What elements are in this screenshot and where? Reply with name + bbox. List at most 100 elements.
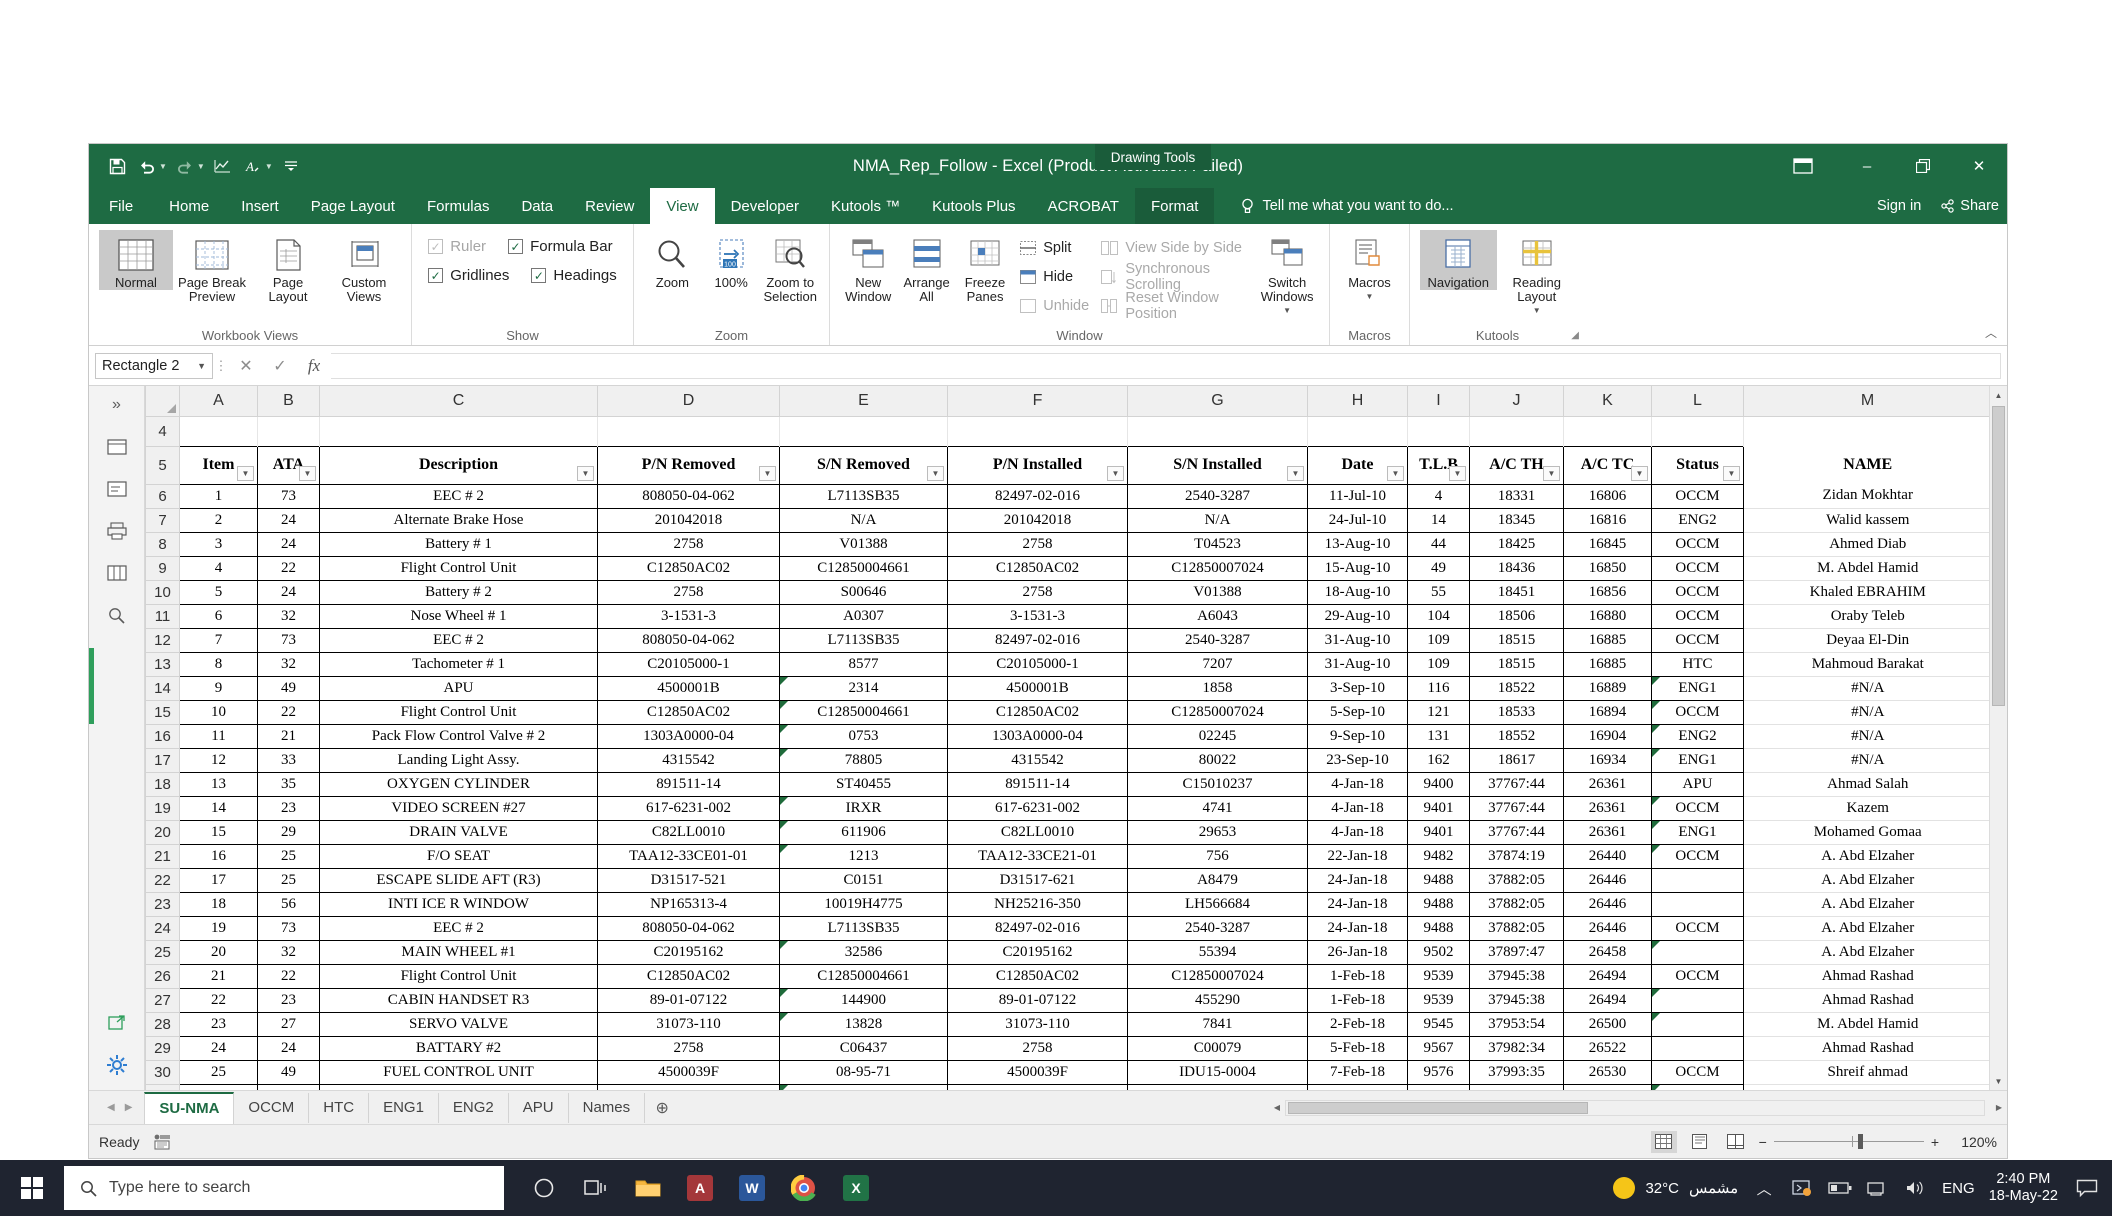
cell[interactable]: 4-Jan-18	[1307, 796, 1408, 821]
cell[interactable]: ENG2	[1651, 508, 1744, 533]
unhide-button[interactable]: Unhide	[1015, 294, 1095, 318]
cell[interactable]: 49	[1407, 556, 1470, 581]
cell[interactable]: 9576	[1407, 1060, 1470, 1085]
cell[interactable]: ENG1	[1651, 748, 1744, 773]
restore-button[interactable]	[1895, 144, 1951, 188]
cell[interactable]: 26494	[1563, 988, 1652, 1013]
column-header-l[interactable]: L	[1651, 386, 1744, 417]
cell[interactable]: EEC # 2	[319, 628, 598, 653]
header-cell-ac-tc[interactable]: A/C TC ▼	[1563, 445, 1652, 485]
cell[interactable]: 56	[257, 892, 320, 917]
cell[interactable]	[1651, 416, 1744, 446]
cell[interactable]: 73	[257, 916, 320, 941]
zoom-to-selection-button[interactable]: Zoom to Selection	[762, 230, 819, 304]
cell[interactable]: 7	[179, 628, 258, 653]
cell[interactable]: ST40455	[779, 772, 948, 797]
cell[interactable]: 31073-110	[597, 1012, 780, 1037]
cell[interactable]: OCCM	[1651, 556, 1744, 581]
sheet-next-icon[interactable]: ▶	[125, 1102, 133, 1113]
filter-dropdown-icon[interactable]: ▼	[1387, 465, 1404, 481]
cell[interactable]: 12	[179, 748, 258, 773]
cell[interactable]	[1651, 892, 1744, 917]
popout-pane-icon[interactable]	[102, 1010, 132, 1036]
column-header-k[interactable]: K	[1563, 386, 1652, 417]
cell[interactable]: TAA12-33CE01-01	[597, 844, 780, 869]
cell[interactable]: 26446	[1563, 892, 1652, 917]
cell[interactable]: 109	[1407, 628, 1470, 653]
cell[interactable]: C12850AC02	[947, 700, 1128, 725]
cell[interactable]: Flight Control Unit	[319, 556, 598, 581]
tab-home[interactable]: Home	[153, 188, 225, 224]
row-header[interactable]: 16	[145, 723, 180, 749]
tab-acrobat[interactable]: ACROBAT	[1032, 188, 1135, 224]
cell[interactable]: 37982:34	[1469, 1036, 1564, 1061]
cell[interactable]: Ahmad Rashad	[1743, 988, 1992, 1013]
cell[interactable]: 78805	[779, 748, 948, 773]
cell[interactable]: 11	[179, 724, 258, 749]
zoom-100-button[interactable]: 100 100%	[703, 230, 760, 290]
filter-dropdown-icon[interactable]: ▼	[1543, 465, 1560, 481]
tab-developer[interactable]: Developer	[715, 188, 815, 224]
cell[interactable]: 9401	[1407, 796, 1470, 821]
tab-review[interactable]: Review	[569, 188, 650, 224]
cell[interactable]: 4741	[1127, 796, 1308, 821]
cell[interactable]: 18533	[1469, 700, 1564, 725]
cell[interactable]: 9567	[1407, 1036, 1470, 1061]
cell[interactable]: Ahmad Rashad	[1743, 1036, 1992, 1061]
cell[interactable]: 4315542	[597, 748, 780, 773]
row-header[interactable]: 26	[145, 963, 180, 989]
cell[interactable]: 617-6231-002	[947, 796, 1128, 821]
cell[interactable]: 22-Jan-18	[1307, 844, 1408, 869]
cell[interactable]: 31073-110	[947, 1012, 1128, 1037]
cell[interactable]: 1213	[779, 844, 948, 869]
cell[interactable]: 5-Feb-18	[1307, 1036, 1408, 1061]
cell[interactable]: 82497-02-016	[947, 916, 1128, 941]
row-header[interactable]: 8	[145, 531, 180, 557]
cell[interactable]: 55	[1407, 580, 1470, 605]
cell[interactable]: 611906	[779, 820, 948, 845]
cell[interactable]: 4500001B	[597, 676, 780, 701]
cell[interactable]: 23	[257, 988, 320, 1013]
cell[interactable]: 73	[257, 484, 320, 509]
cell[interactable]: 6	[179, 604, 258, 629]
redo-dropdown-icon[interactable]: ▼	[197, 162, 205, 171]
cell[interactable]: 5	[179, 580, 258, 605]
cell[interactable]: NH25216-350	[947, 892, 1128, 917]
reset-window-position-button[interactable]: Reset Window Position	[1097, 290, 1253, 322]
cell[interactable]: 18515	[1469, 652, 1564, 677]
cell[interactable]: 2314	[779, 676, 948, 701]
cell[interactable]: A. Abd Elzaher	[1743, 844, 1992, 869]
zoom-in-button[interactable]: +	[1931, 1134, 1939, 1150]
cell[interactable]: 02245	[1127, 724, 1308, 749]
cell[interactable]: 131	[1407, 724, 1470, 749]
cell[interactable]: CABIN HANDSET R3	[319, 988, 598, 1013]
cell[interactable]: 9502	[1407, 940, 1470, 965]
cell[interactable]: Tachometer # 1	[319, 652, 598, 677]
split-button[interactable]: Split	[1015, 236, 1095, 260]
column-header-b[interactable]: B	[257, 386, 320, 417]
cell[interactable]: 24	[257, 508, 320, 533]
cell[interactable]: L7113SB35	[779, 628, 948, 653]
font-color-icon[interactable]: A	[239, 152, 267, 180]
tab-view[interactable]: View	[650, 188, 715, 224]
cell[interactable]: 16885	[1563, 652, 1652, 677]
cell[interactable]: 26-Jan-18	[1307, 940, 1408, 965]
reading-layout-button[interactable]: Reading Layout ▼	[1499, 230, 1576, 318]
cell[interactable]: N/A	[1127, 508, 1308, 533]
ribbon-display-options-icon[interactable]	[1775, 144, 1831, 188]
autotext-pane-icon[interactable]	[102, 476, 132, 502]
cell[interactable]: DRAIN VALVE	[319, 820, 598, 845]
cell[interactable]: A. Abd Elzaher	[1743, 868, 1992, 893]
name-box[interactable]: Rectangle 2 ▼	[95, 352, 213, 379]
cell[interactable]: 26361	[1563, 796, 1652, 821]
filter-dropdown-icon[interactable]: ▼	[1287, 465, 1304, 481]
cell[interactable]	[1407, 416, 1470, 446]
cell[interactable]: 24-Jul-10	[1307, 508, 1408, 533]
cell[interactable]: C12850AC02	[947, 556, 1128, 581]
cell[interactable]: 1-Feb-18	[1307, 964, 1408, 989]
cell[interactable]: APU	[1651, 772, 1744, 797]
print-pane-icon[interactable]	[102, 518, 132, 544]
cell[interactable]: 29653	[1127, 820, 1308, 845]
share-button[interactable]: Share	[1939, 198, 1999, 214]
cell[interactable]: 7207	[1127, 652, 1308, 677]
